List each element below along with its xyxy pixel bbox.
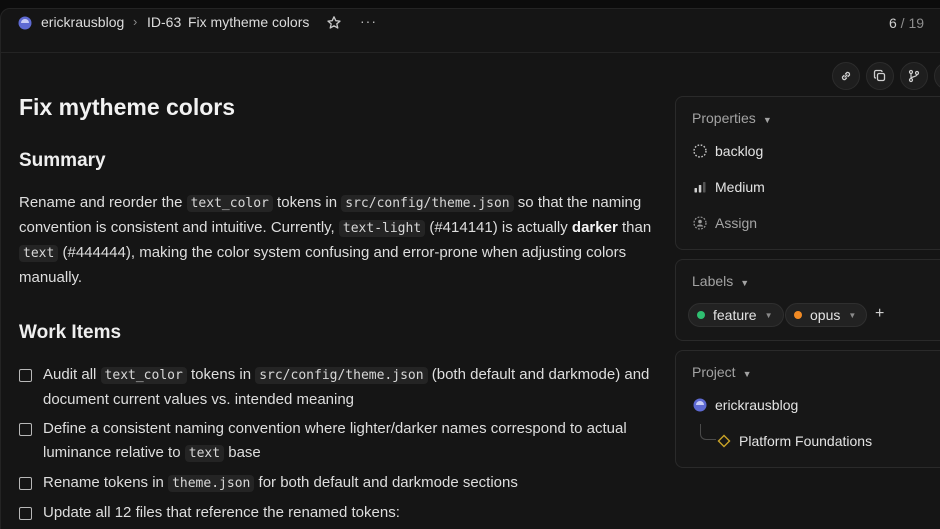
issue-title[interactable]: Fix mytheme colors (19, 94, 235, 121)
assign-user-icon (693, 216, 707, 230)
copy-id-button[interactable] (866, 62, 894, 90)
team-logo-icon (18, 16, 32, 30)
label-color-dot (794, 311, 802, 319)
project-toggle[interactable]: Project ▼ (692, 364, 752, 380)
work-item-checkbox[interactable] (19, 369, 32, 382)
pager-total: 19 (908, 15, 925, 31)
status-property[interactable]: backlog (693, 143, 763, 159)
work-item: Rename tokens in theme.json for both def… (19, 471, 659, 496)
pager-current: 6 (889, 15, 897, 31)
priority-property[interactable]: Medium (693, 179, 765, 195)
link-icon (841, 71, 851, 81)
labels-card (675, 259, 940, 341)
labels-toggle[interactable]: Labels ▼ (692, 273, 749, 289)
git-branch-icon (908, 69, 920, 83)
caret-down-icon: ▼ (742, 369, 752, 379)
top-bar: erickrausblog › ID-63 Fix mytheme colors… (0, 8, 940, 53)
tree-connector (700, 424, 716, 440)
work-item-text[interactable]: Update all 12 files that reference the r… (43, 501, 400, 525)
more-options-icon[interactable]: ··· (360, 13, 377, 29)
copy-link-button[interactable] (832, 62, 860, 90)
caret-down-icon: ▼ (764, 310, 773, 320)
caret-down-icon: ▼ (848, 310, 857, 320)
project-diamond-icon (717, 434, 731, 448)
work-item: Update all 12 files that reference the r… (19, 501, 659, 525)
breadcrumb-separator: › (133, 14, 138, 29)
work-item-text[interactable]: Rename tokens in theme.json for both def… (43, 471, 518, 496)
priority-medium-icon (694, 182, 706, 193)
backlog-status-icon (693, 144, 707, 158)
work-item-text[interactable]: Audit all text_color tokens in src/confi… (43, 363, 659, 412)
breadcrumb-issue-id[interactable]: ID-63 (147, 14, 181, 30)
project-team[interactable]: erickrausblog (693, 397, 798, 413)
work-item-checkbox[interactable] (19, 507, 32, 520)
breadcrumb-issue-title[interactable]: Fix mytheme colors (188, 14, 309, 30)
summary-heading: Summary (19, 150, 106, 171)
label-color-dot (697, 311, 705, 319)
copy-branch-button[interactable] (900, 62, 928, 90)
work-item: Define a consistent naming convention wh… (19, 417, 659, 466)
properties-toggle[interactable]: Properties ▼ (692, 110, 772, 126)
team-logo-icon (693, 398, 707, 412)
work-item-text[interactable]: Define a consistent naming convention wh… (43, 417, 659, 466)
summary-paragraph[interactable]: Rename and reorder the text_color tokens… (19, 191, 659, 290)
assignee-property[interactable]: Assign (693, 215, 757, 231)
issue-pager: 6 / 19 (889, 15, 924, 31)
label-chip-feature[interactable]: feature ▼ (688, 303, 784, 327)
add-label-button[interactable]: + (875, 305, 884, 323)
label-chip-opus[interactable]: opus ▼ (785, 303, 868, 327)
caret-down-icon: ▼ (740, 278, 750, 288)
work-item-checkbox[interactable] (19, 477, 32, 490)
pager-separator: / (896, 15, 909, 31)
breadcrumb-team[interactable]: erickrausblog (41, 14, 124, 30)
copy-icon (873, 69, 886, 82)
work-item: Audit all text_color tokens in src/confi… (19, 363, 659, 412)
star-icon[interactable] (326, 15, 342, 31)
project-name[interactable]: Platform Foundations (717, 433, 872, 449)
work-item-checkbox[interactable] (19, 423, 32, 436)
caret-down-icon: ▼ (762, 115, 772, 125)
work-items-heading: Work Items (19, 322, 122, 343)
